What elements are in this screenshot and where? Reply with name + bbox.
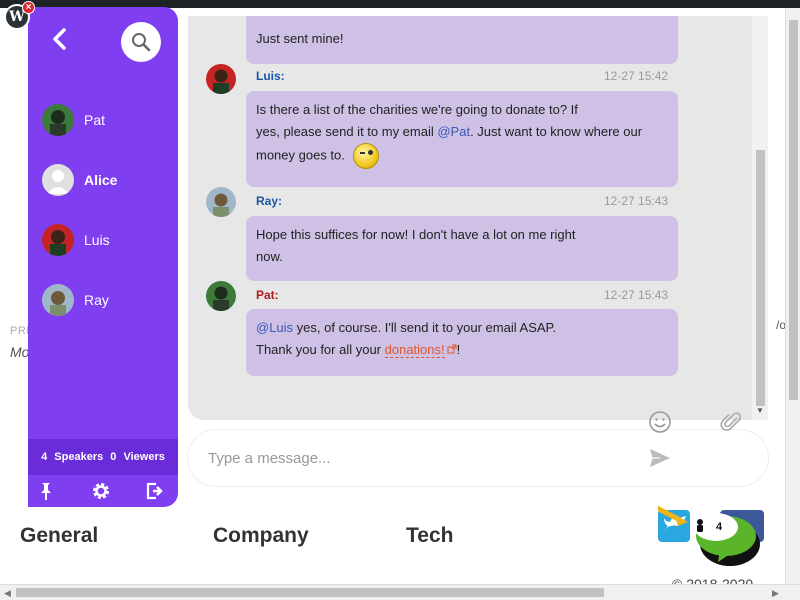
- message-text: Thank you for all your: [256, 342, 385, 357]
- footer-heading-company: Company: [213, 524, 309, 547]
- avatar[interactable]: [206, 187, 236, 217]
- online-count: 4: [716, 521, 723, 533]
- avatar[interactable]: [206, 64, 236, 94]
- message-line: Is there a list of the charities we're g…: [256, 102, 578, 117]
- message-bubble: Hope this suffices for now! I don't have…: [246, 216, 678, 281]
- sidebar-user-pat[interactable]: Pat: [42, 104, 172, 136]
- mention-link[interactable]: @Pat: [437, 124, 470, 139]
- speaker-viewer-count: 4 Speakers 0 Viewers: [28, 439, 178, 475]
- back-button[interactable]: [50, 27, 68, 54]
- message-text: yes, please send it to my email: [256, 124, 438, 139]
- speakers-label: Speakers: [54, 451, 104, 463]
- avatar: [42, 224, 74, 256]
- send-icon[interactable]: [648, 446, 672, 470]
- sidebar-toolbar: [28, 475, 178, 507]
- avatar: [42, 164, 74, 196]
- mention-link[interactable]: @Luis: [256, 320, 293, 335]
- message-input[interactable]: Type a message...: [208, 450, 331, 467]
- footer-heading-general: General: [20, 524, 99, 547]
- donations-link[interactable]: donations!: [384, 342, 445, 358]
- message-timestamp: 12-27 15:43: [604, 194, 669, 208]
- speakers-count: 4: [41, 451, 48, 463]
- sidebar-user-name: Luis: [84, 232, 110, 248]
- scroll-right-icon[interactable]: ▶: [772, 588, 779, 599]
- message-text: money goes to.: [256, 147, 345, 163]
- message-author: Pat:: [256, 288, 279, 302]
- sidebar-user-name: Alice: [84, 172, 118, 188]
- footer-heading-tech: Tech: [406, 524, 454, 547]
- scroll-thumb[interactable]: [756, 150, 765, 406]
- paperclip-icon[interactable]: [720, 410, 744, 434]
- message-input-box[interactable]: Type a message...: [188, 430, 768, 486]
- external-link-icon: [447, 344, 457, 354]
- message-bubble: @Luis yes, of course. I'll send it to yo…: [246, 309, 678, 376]
- avatar: [42, 104, 74, 136]
- scroll-thumb[interactable]: [789, 20, 798, 400]
- wink-emoji-icon: [352, 143, 379, 169]
- message-text: yes, of course. I'll send it to your ema…: [293, 320, 557, 335]
- scroll-down-icon[interactable]: ▼: [756, 406, 764, 415]
- message-line: money goes to.: [256, 143, 668, 169]
- sidebar-user-name: Pat: [84, 112, 106, 128]
- message-line: @Luis yes, of course. I'll send it to yo…: [256, 317, 668, 339]
- scroll-thumb[interactable]: [16, 588, 604, 597]
- message-bubble: Just sent mine!: [246, 16, 678, 64]
- avatar[interactable]: [206, 281, 236, 311]
- page-vertical-scrollbar[interactable]: [785, 8, 800, 592]
- message-text: . Just want to know where our: [470, 124, 643, 139]
- page-horizontal-scrollbar[interactable]: ◀ ▶: [0, 584, 800, 600]
- chevron-left-icon: [53, 28, 66, 50]
- search-button[interactable]: [121, 22, 161, 62]
- emoji-icon[interactable]: [648, 410, 672, 434]
- message-bubble: Is there a list of the charities we're g…: [246, 91, 678, 187]
- viewers-count: 0: [110, 451, 117, 463]
- close-icon[interactable]: ×: [22, 1, 35, 14]
- viewers-label: Viewers: [123, 451, 165, 463]
- message-text: !: [456, 342, 461, 357]
- pin-icon[interactable]: [36, 481, 56, 501]
- sidebar-user-ray[interactable]: Ray: [42, 284, 172, 316]
- chat-scrollbar[interactable]: ▼: [752, 16, 768, 420]
- scroll-left-icon[interactable]: ◀: [4, 588, 11, 599]
- message-line: yes, please send it to my email @Pat. Ju…: [256, 121, 668, 143]
- share-bubble-icon: [628, 491, 764, 566]
- search-icon: [132, 33, 151, 52]
- page-fragment-mo: Mo: [10, 344, 30, 360]
- sidebar-user-name: Ray: [84, 292, 109, 308]
- sidebar-user-luis[interactable]: Luis: [42, 224, 172, 256]
- message-timestamp: 12-27 15:43: [604, 288, 669, 302]
- message-line: now.: [256, 249, 283, 264]
- online-counter-widget[interactable]: 4: [628, 491, 768, 570]
- avatar: [42, 284, 74, 316]
- message-author: Ray:: [256, 194, 283, 208]
- message-line: Thank you for all your donations!!: [256, 339, 668, 361]
- logout-icon[interactable]: [145, 481, 165, 501]
- chat-sidebar: Pat Alice Luis Ray 4 Speakers 0 Viewers: [28, 7, 178, 507]
- message-author: Luis:: [256, 69, 285, 83]
- message-timestamp: 12-27 15:42: [604, 69, 669, 83]
- message-text: Just sent mine!: [256, 31, 344, 46]
- gear-icon[interactable]: [91, 481, 111, 501]
- message-line: Hope this suffices for now! I don't have…: [256, 227, 576, 242]
- sidebar-user-alice[interactable]: Alice: [42, 164, 172, 196]
